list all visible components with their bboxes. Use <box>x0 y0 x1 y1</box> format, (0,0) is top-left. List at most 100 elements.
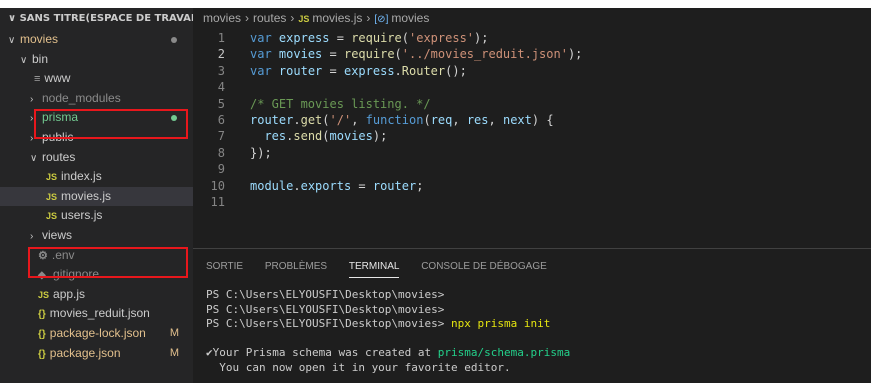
gear-icon: ⚙ <box>38 249 48 262</box>
tab-terminal[interactable]: TERMINAL <box>348 249 399 284</box>
tree-folder-public[interactable]: › public <box>0 128 193 148</box>
modified-badge: M <box>169 346 179 359</box>
tree-file-package-json[interactable]: {} package.json M <box>0 344 193 364</box>
code-token: = <box>322 47 344 62</box>
line-source: router.get('/', function(req, res, next)… <box>250 112 554 128</box>
code-token: ; <box>416 178 424 193</box>
json-file-icon: {} <box>38 309 46 321</box>
code-token: ); <box>474 31 489 45</box>
tab-problems[interactable]: PROBLÈMES <box>265 249 327 284</box>
chevron-right-icon: › <box>290 11 295 25</box>
code-lines[interactable]: 1 var express = require('express'); 2 var m… <box>193 30 871 210</box>
code-line[interactable]: 4 <box>193 79 871 95</box>
tree-label: public <box>42 129 74 144</box>
js-file-icon: JS <box>38 289 50 300</box>
explorer-sidebar: ∨ SANS TITRE(ESPACE DE TRAVAIL) ∨ movies … <box>0 8 193 383</box>
tree-folder-views[interactable]: › views <box>0 226 193 246</box>
chevron-right-icon: › <box>245 11 250 25</box>
code-token: req <box>430 112 453 127</box>
code-token: var <box>250 31 272 45</box>
new-dot-icon <box>171 115 177 122</box>
code-token: exports <box>300 178 352 193</box>
code-line[interactable]: 10 module.exports = router; <box>193 178 871 194</box>
terminal-output[interactable]: PS C:\Users\ELYOUSFI\Desktop\movies> PS … <box>193 284 871 376</box>
code-line[interactable]: 8}); <box>193 145 871 161</box>
tree-file-gitignore[interactable]: ◆ .gitignore <box>0 265 193 285</box>
terminal-message: Your Prisma schema was created at <box>212 346 438 360</box>
tree-file-www[interactable]: ≡ www <box>0 69 193 89</box>
tree-file-env[interactable]: ⚙ .env <box>0 246 193 266</box>
workspace-title: SANS TITRE(ESPACE DE TRAVAIL) <box>19 13 193 24</box>
breadcrumb-item[interactable]: movies.js <box>312 11 362 25</box>
tree-file-index-js[interactable]: JS index.js <box>0 167 193 187</box>
code-line[interactable]: 5 /* GET movies listing. */ <box>193 96 871 112</box>
code-token: = <box>322 63 344 78</box>
tree-folder-node-modules[interactable]: › node_modules <box>0 89 193 109</box>
code-token: Router <box>401 63 446 78</box>
terminal-line: ✔Your Prisma schema was created at prism… <box>206 346 871 361</box>
chevron-right-icon: › <box>30 132 34 144</box>
code-token: ) { <box>531 112 554 127</box>
tree-label: .gitignore <box>49 267 100 282</box>
tree-folder-routes[interactable]: ∨ routes <box>0 148 193 168</box>
code-token: function <box>365 112 424 127</box>
terminal-line: PS C:\Users\ELYOUSFI\Desktop\movies> <box>206 288 871 303</box>
breadcrumb-item[interactable]: movies <box>391 11 429 25</box>
check-icon: ✔ <box>206 346 213 360</box>
line-number: 9 <box>217 162 225 177</box>
tab-output[interactable]: SORTIE <box>206 249 243 284</box>
tree-file-movies-js[interactable]: JS movies.js <box>0 186 193 207</box>
chevron-right-icon: › <box>30 230 34 242</box>
text-file-icon: ≡ <box>34 73 41 86</box>
code-token: send <box>293 129 323 144</box>
chevron-down-icon: ∨ <box>20 54 28 66</box>
tree-file-app-js[interactable]: JS app.js <box>0 285 193 305</box>
code-token: next <box>502 112 532 127</box>
tree-file-users-js[interactable]: JS users.js <box>0 206 193 226</box>
tab-debug-console[interactable]: CONSOLE DE DÉBOGAGE <box>421 249 547 284</box>
code-token: (); <box>445 63 467 78</box>
code-token: require <box>343 47 395 62</box>
variable-symbol-icon: [⊘] <box>374 14 389 25</box>
tree-file-package-lock-json[interactable]: {} package-lock.json M <box>0 324 193 344</box>
code-line[interactable]: 1 var express = require('express'); <box>193 30 871 46</box>
tree-folder-bin[interactable]: ∨ bin <box>0 50 193 70</box>
terminal-message: You can now open it in your favorite edi… <box>206 360 511 374</box>
json-file-icon: {} <box>38 328 46 340</box>
tree-label: prisma <box>42 110 79 125</box>
chevron-down-icon: ∨ <box>8 35 16 46</box>
code-token: , <box>351 112 366 127</box>
code-token: get <box>300 112 323 127</box>
code-line[interactable]: 11 <box>193 194 871 210</box>
code-line[interactable]: 7 res.send(movies); <box>193 128 871 144</box>
code-line[interactable]: 9 <box>193 161 871 177</box>
terminal-command: npx prisma init <box>451 317 551 331</box>
code-token: /* GET movies listing. */ <box>250 96 431 111</box>
code-token: movies <box>329 129 373 144</box>
code-line[interactable]: 6 router.get('/', function(req, res, next… <box>193 112 871 128</box>
code-editor[interactable]: movies › routes › JS movies.js › [⊘] movies 1 var… <box>193 8 871 248</box>
code-line[interactable]: 2 var movies = require('../movies_reduit.… <box>193 46 871 62</box>
code-token: 'express' <box>409 31 475 45</box>
breadcrumb-item[interactable]: movies <box>203 11 241 25</box>
tree-folder-movies[interactable]: ∨ movies <box>0 30 193 50</box>
code-token: ); <box>372 129 388 144</box>
workspace-header[interactable]: ∨ SANS TITRE(ESPACE DE TRAVAIL) <box>0 8 193 30</box>
line-source: module.exports = router; <box>250 178 423 194</box>
js-file-icon: JS <box>298 14 310 24</box>
chevron-right-icon: › <box>30 93 34 105</box>
code-token: , <box>452 112 467 127</box>
terminal-line: You can now open it in your favorite edi… <box>206 361 871 376</box>
tree-folder-prisma[interactable]: › prisma <box>0 108 193 128</box>
line-number: 6 <box>217 112 225 127</box>
code-token: . <box>293 178 301 193</box>
chevron-down-icon: ∨ <box>30 152 38 164</box>
breadcrumb-item[interactable]: routes <box>253 11 286 25</box>
tree-file-movies-reduit-json[interactable]: {} movies_reduit.json <box>0 304 193 324</box>
breadcrumb: movies › routes › JS movies.js › [⊘] movies <box>193 8 871 28</box>
tree-label: package.json <box>49 345 121 360</box>
code-line[interactable]: 3 var router = express.Router(); <box>193 63 871 79</box>
tree-label: app.js <box>53 286 86 301</box>
